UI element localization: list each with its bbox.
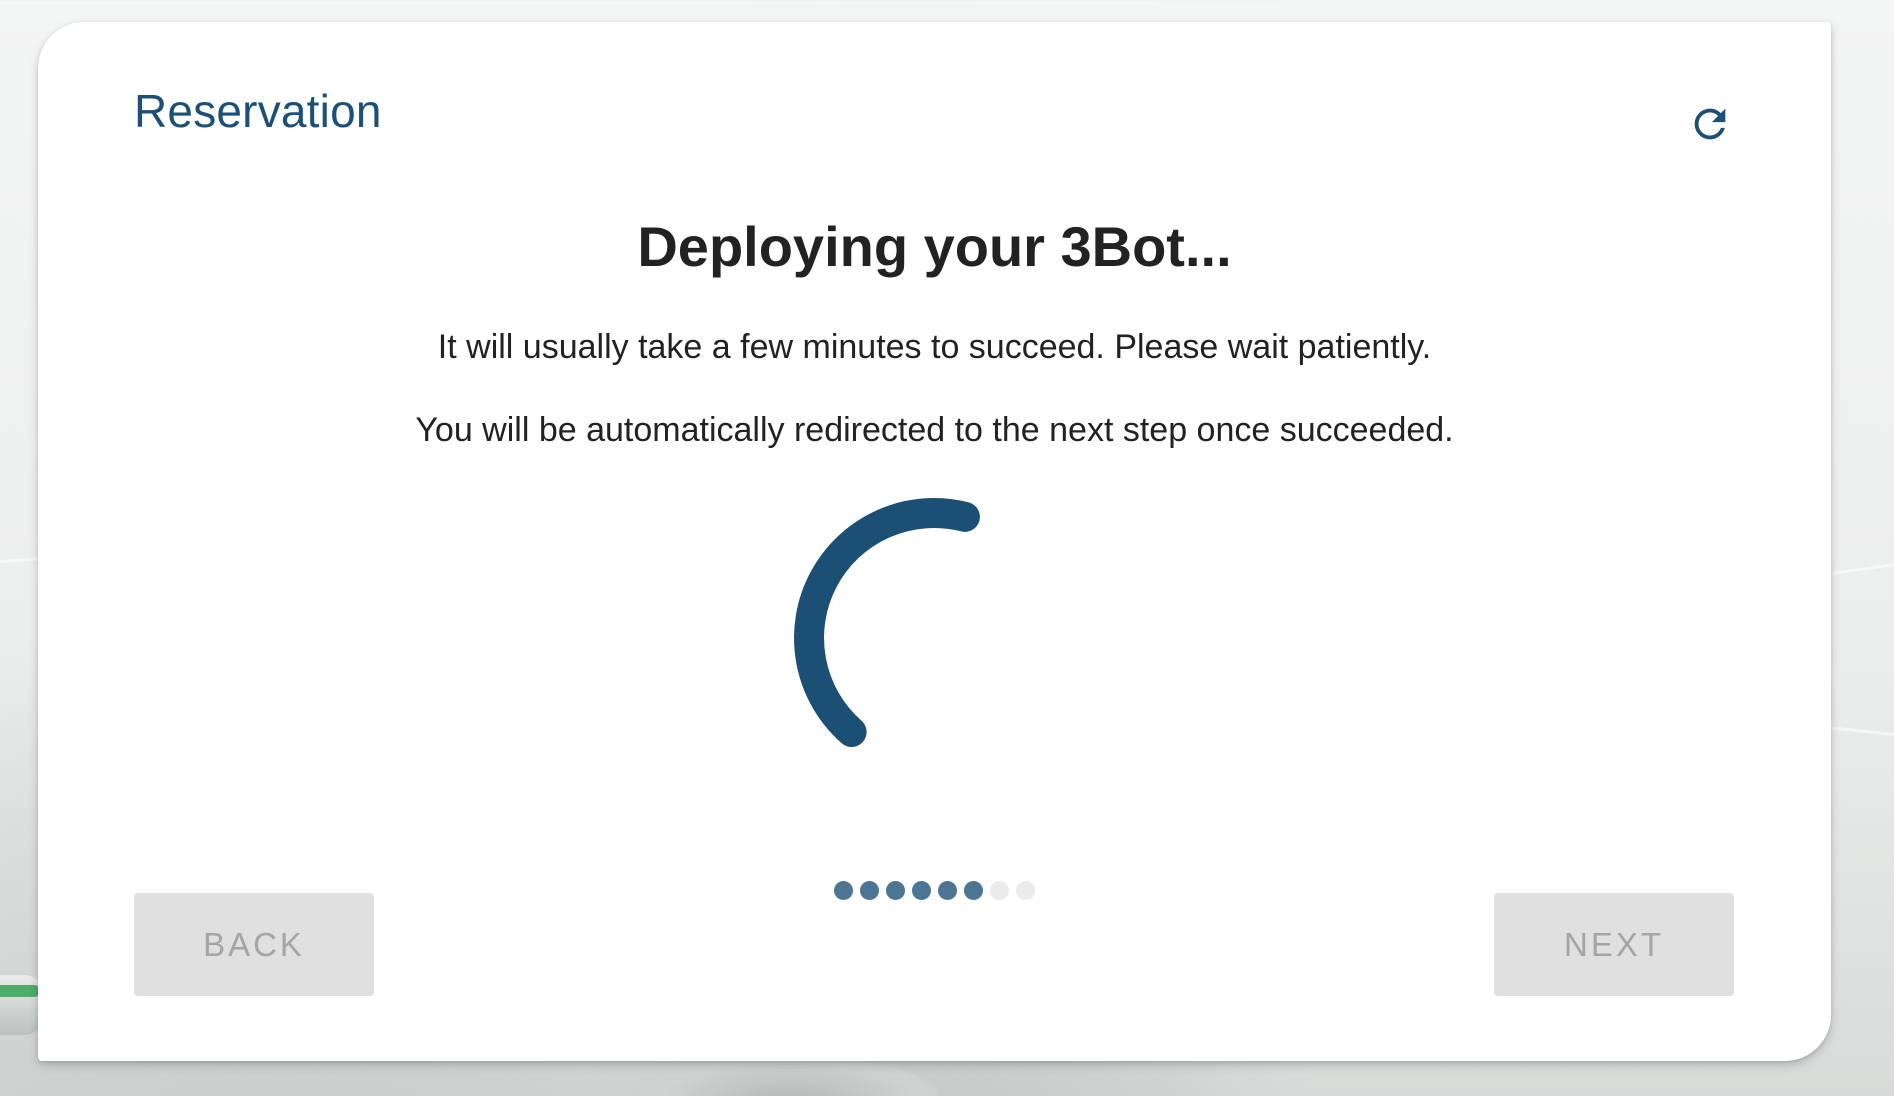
step-dot-completed: [964, 881, 983, 900]
loading-spinner-icon: [794, 498, 980, 747]
back-button[interactable]: BACK: [134, 893, 374, 996]
step-dot-completed: [886, 881, 905, 900]
card-title: Reservation: [134, 85, 382, 137]
deploy-wait-message: It will usually take a few minutes to su…: [437, 328, 1432, 366]
deploy-heading: Deploying your 3Bot...: [637, 215, 1232, 278]
step-dot-pending: [990, 881, 1009, 900]
next-button[interactable]: NEXT: [1494, 893, 1734, 996]
reservation-card: Reservation Deploying your 3Bot... It wi…: [38, 22, 1831, 1061]
deploy-redirect-message: You will be automatically redirected to …: [415, 411, 1454, 449]
refresh-icon: [1694, 108, 1726, 140]
step-dot-completed: [912, 881, 931, 900]
step-dot-completed: [860, 881, 879, 900]
background-decoration: [640, 1055, 940, 1096]
step-dot-completed: [938, 881, 957, 900]
step-dot-pending: [1016, 881, 1035, 900]
refresh-button[interactable]: [1678, 92, 1742, 156]
step-dot-completed: [834, 881, 853, 900]
